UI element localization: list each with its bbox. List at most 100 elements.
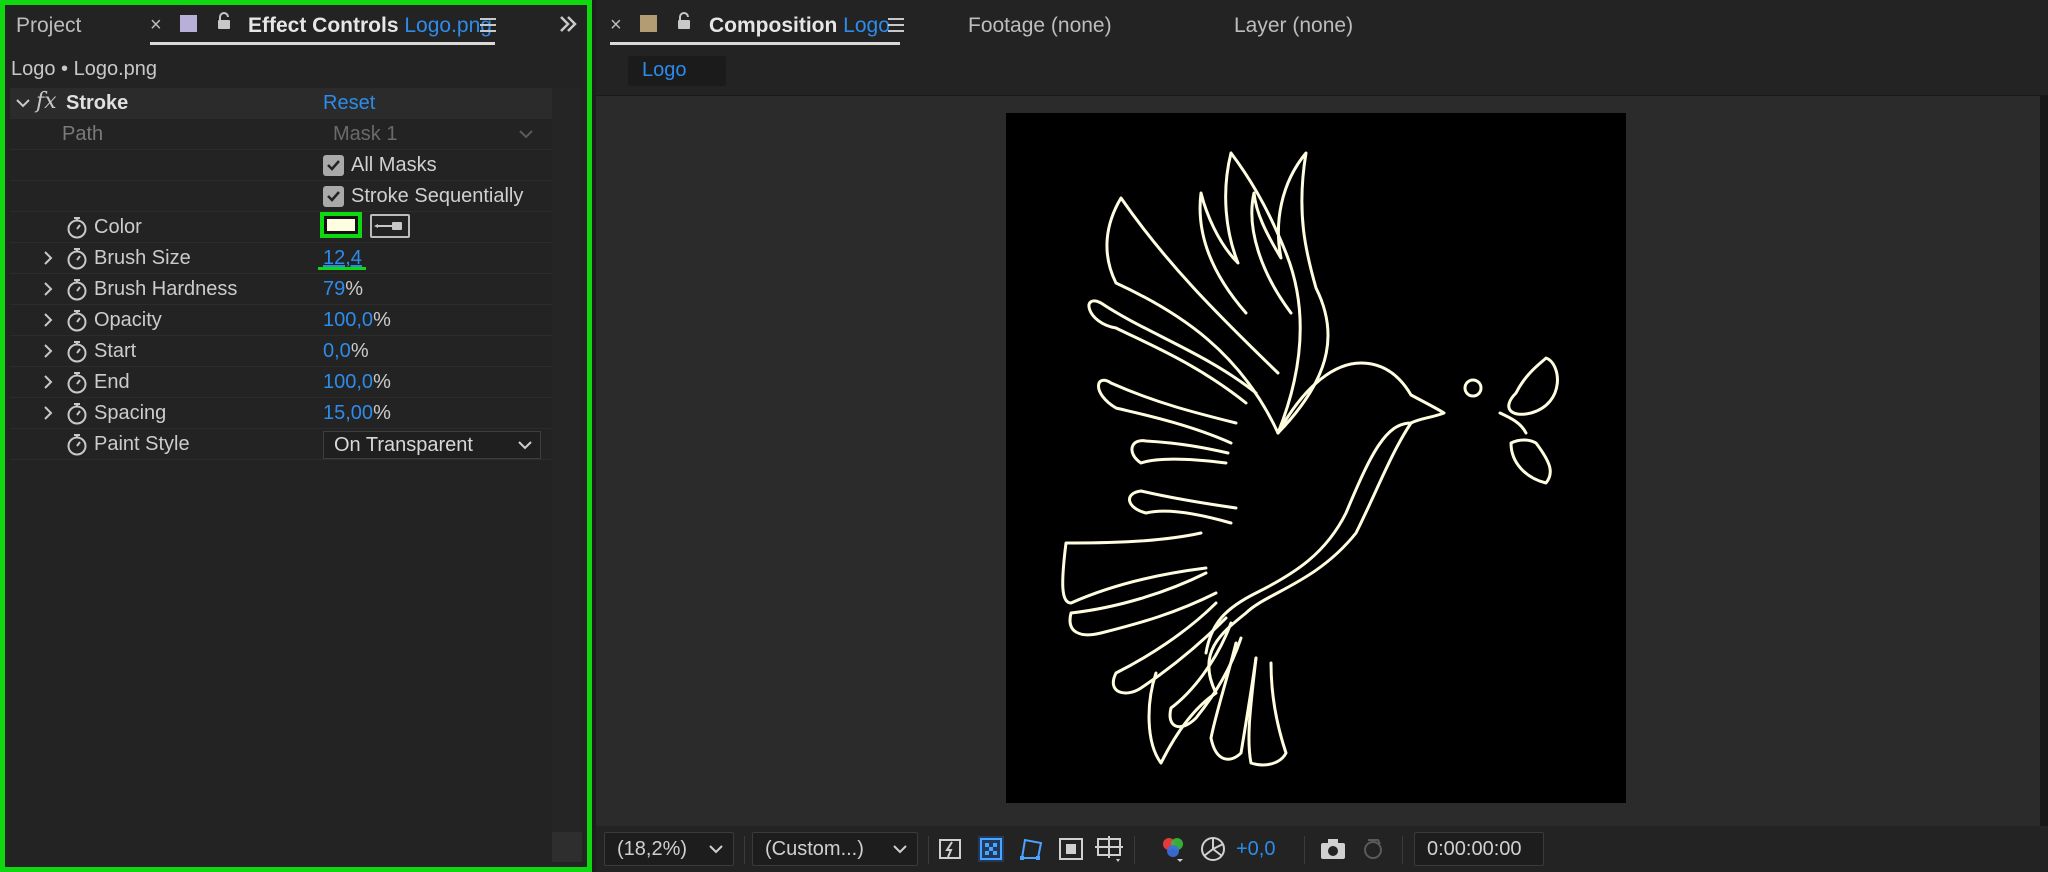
end-value[interactable]: 100,0	[323, 371, 373, 393]
tab-layer[interactable]: Layer (none)	[1234, 14, 1353, 38]
stopwatch-icon[interactable]	[66, 216, 88, 239]
label-color-swatch	[640, 15, 657, 32]
scrollbar-track[interactable]	[552, 88, 582, 862]
composition-panel: × Composition Logo Footage (none) Layer …	[596, 0, 2048, 872]
camera-snapshot-icon[interactable]	[1318, 834, 1348, 864]
start-value[interactable]: 0,0	[323, 340, 351, 362]
stroke-sequentially-row: Stroke Sequentially	[10, 181, 552, 212]
all-masks-checkbox[interactable]	[323, 155, 344, 176]
panel-menu-icon[interactable]	[480, 18, 496, 32]
label-color-swatch	[180, 15, 197, 32]
comp-navigator-bar: Logo	[596, 50, 2048, 96]
tab-effect-file: Logo.png	[404, 14, 492, 37]
chevron-down-icon[interactable]	[16, 98, 30, 108]
stopwatch-icon[interactable]	[66, 371, 88, 394]
exposure-value[interactable]: +0,0	[1236, 838, 1275, 861]
reset-button[interactable]: Reset	[323, 92, 375, 115]
paint-style-select[interactable]: On Transparent	[323, 431, 541, 459]
stopwatch-icon[interactable]	[66, 340, 88, 363]
tab-effect-controls-label: Effect Controls	[248, 14, 399, 37]
lock-icon[interactable]	[676, 12, 692, 30]
brush-hardness-label: Brush Hardness	[94, 278, 238, 300]
effect-header-row[interactable]: fx Stroke Reset	[10, 88, 552, 119]
eyedropper-icon	[374, 222, 402, 230]
effect-name: Stroke	[66, 92, 129, 114]
brush-hardness-field: 79%	[323, 278, 363, 301]
toolbar-divider	[1402, 836, 1403, 864]
checkmark-icon	[327, 191, 340, 202]
close-icon[interactable]: ×	[610, 14, 622, 37]
show-snapshot-icon[interactable]	[1358, 834, 1388, 864]
lock-icon[interactable]	[216, 12, 232, 30]
tab-footage[interactable]: Footage (none)	[968, 14, 1112, 38]
toolbar-divider	[1304, 836, 1305, 864]
tab-comp-name: Logo	[843, 14, 890, 37]
comp-canvas[interactable]	[1006, 113, 1626, 803]
mask-path-visibility-icon[interactable]	[1016, 834, 1046, 864]
comp-breadcrumb[interactable]: Logo	[628, 56, 726, 86]
chevron-right-icon[interactable]	[42, 282, 54, 296]
panel-menu-icon[interactable]	[888, 18, 904, 32]
color-row: Color	[10, 212, 552, 243]
scrollbar-corner	[552, 832, 582, 862]
exposure-reset-icon[interactable]	[1198, 834, 1228, 864]
composition-viewer[interactable]	[596, 96, 2048, 826]
chevron-right-icon[interactable]	[42, 344, 54, 358]
comp-breadcrumb-label: Logo	[642, 59, 687, 81]
stroke-sequentially-checkbox[interactable]	[323, 186, 344, 207]
percent-unit: %	[373, 371, 391, 393]
stopwatch-icon[interactable]	[66, 402, 88, 425]
opacity-row: Opacity 100,0%	[10, 305, 552, 336]
stroke-sequentially-label: Stroke Sequentially	[351, 185, 524, 207]
tab-project[interactable]: Project	[16, 14, 81, 38]
percent-unit: %	[373, 402, 391, 424]
channels-icon[interactable]	[1158, 834, 1188, 864]
start-row: Start 0,0%	[10, 336, 552, 367]
spacing-value[interactable]: 15,00	[323, 402, 373, 424]
color-label: Color	[94, 216, 142, 238]
brush-size-label: Brush Size	[94, 247, 191, 269]
end-label: End	[94, 371, 130, 393]
paint-style-value: On Transparent	[334, 434, 473, 456]
start-field: 0,0%	[323, 340, 369, 363]
dove-artwork	[1061, 151, 1559, 767]
region-of-interest-icon[interactable]	[1056, 834, 1086, 864]
chevron-right-icon[interactable]	[42, 251, 54, 265]
fx-icon[interactable]: fx	[36, 89, 57, 114]
grid-guides-icon[interactable]	[1094, 834, 1124, 864]
opacity-value[interactable]: 100,0	[323, 309, 373, 331]
effect-controls-panel: Project × Effect Controls Logo.png Logo …	[0, 0, 592, 872]
chevron-right-icon[interactable]	[42, 375, 54, 389]
tab-composition[interactable]: Composition Logo	[709, 14, 890, 38]
current-time-field[interactable]: 0:00:00:00	[1414, 832, 1544, 866]
stopwatch-icon[interactable]	[66, 309, 88, 332]
stopwatch-icon[interactable]	[66, 433, 88, 456]
all-masks-row: All Masks	[10, 150, 552, 181]
chevron-right-icon[interactable]	[42, 406, 54, 420]
tab-effect-controls[interactable]: Effect Controls Logo.png	[248, 14, 492, 38]
tab-composition-label: Composition	[709, 14, 838, 37]
resolution-select[interactable]: (Custom...)	[752, 832, 918, 866]
stroke-color-swatch[interactable]	[320, 212, 362, 238]
stopwatch-icon[interactable]	[66, 278, 88, 301]
active-tab-underline	[150, 42, 495, 45]
viewer-right-edge	[2040, 96, 2048, 826]
chevron-double-right-icon[interactable]	[558, 14, 578, 34]
path-select[interactable]: Mask 1	[323, 121, 541, 149]
transparency-grid-icon[interactable]	[976, 834, 1006, 864]
close-icon[interactable]: ×	[150, 14, 162, 37]
eyedropper-button[interactable]	[370, 214, 410, 238]
brush-hardness-value[interactable]: 79	[323, 278, 345, 300]
paint-style-label: Paint Style	[94, 433, 190, 455]
chevron-right-icon[interactable]	[42, 313, 54, 327]
toolbar-divider	[1134, 836, 1135, 864]
end-field: 100,0%	[323, 371, 391, 394]
stopwatch-icon[interactable]	[66, 247, 88, 270]
magnification-select[interactable]: (18,2%)	[604, 832, 734, 866]
fast-previews-icon[interactable]	[936, 834, 966, 864]
end-row: End 100,0%	[10, 367, 552, 398]
brush-size-highlight	[318, 267, 366, 270]
toolbar-divider	[928, 836, 929, 864]
percent-unit: %	[373, 309, 391, 331]
effect-properties: fx Stroke Reset Path Mask 1 All Masks St…	[10, 88, 552, 862]
